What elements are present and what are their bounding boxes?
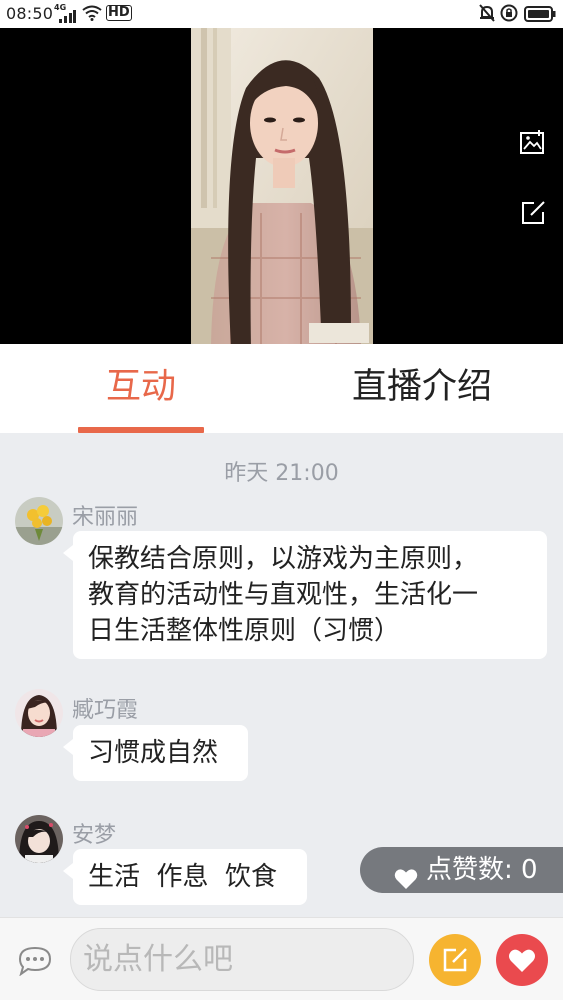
message-text-line: 保教结合原则，以游戏为主原则， [88, 544, 479, 574]
message-bubble: 生活 作息 饮食 [63, 849, 307, 905]
alarm-off-icon [478, 4, 496, 26]
like-button[interactable] [496, 934, 548, 986]
message-sender-name: 安梦 [72, 823, 117, 848]
bottom-input-bar [0, 917, 563, 1000]
tab-bar: 互动 直播介绍 [0, 344, 563, 433]
status-bar: 08:50 4G HD [0, 0, 563, 28]
heart-icon [509, 949, 535, 972]
chat-date-separator: 昨天 21:00 [224, 461, 339, 486]
chat-bubble-icon[interactable] [18, 946, 52, 980]
message-text-line: 生活 作息 饮食 [88, 862, 278, 892]
message-bubble: 习惯成自然 [63, 725, 248, 781]
hd-badge: HD [106, 5, 132, 21]
edit-icon [443, 948, 467, 972]
avatar[interactable] [15, 497, 63, 545]
message-text-line: 教育的活动性与直观性，生活化一 [88, 580, 479, 610]
message-text-line: 日生活整体性原则（习惯） [88, 616, 401, 646]
message-sender-name: 臧巧霞 [72, 698, 139, 723]
tab-interaction[interactable]: 互动 [78, 366, 204, 408]
video-frame [191, 28, 373, 344]
tab-live-introduction[interactable]: 直播介绍 [330, 366, 514, 408]
screenshot-icon[interactable] [518, 128, 548, 158]
compose-button[interactable] [429, 934, 481, 986]
like-count-text: 点赞数: 0 [426, 855, 538, 885]
avatar[interactable] [15, 689, 63, 737]
like-count-badge: 点赞数: 0 [360, 847, 563, 893]
live-video-player[interactable] [0, 28, 563, 344]
comment-input[interactable] [70, 928, 414, 991]
chat-message-list[interactable]: 昨天 21:00 宋丽丽 保教结合原则，以游戏为主原则， 教育的活动性与直观性，… [0, 433, 563, 917]
edit-icon[interactable] [518, 198, 548, 228]
avatar[interactable] [15, 815, 63, 863]
rotation-lock-icon [500, 4, 518, 26]
status-time: 08:50 [6, 4, 54, 23]
message-sender-name: 宋丽丽 [72, 505, 139, 530]
battery-icon [524, 6, 556, 26]
signal-icon [58, 8, 76, 27]
message-bubble: 保教结合原则，以游戏为主原则， 教育的活动性与直观性，生活化一 日生活整体性原则… [63, 531, 547, 659]
wifi-icon [82, 5, 102, 25]
heart-icon [394, 859, 418, 905]
message-text-line: 习惯成自然 [88, 738, 219, 768]
